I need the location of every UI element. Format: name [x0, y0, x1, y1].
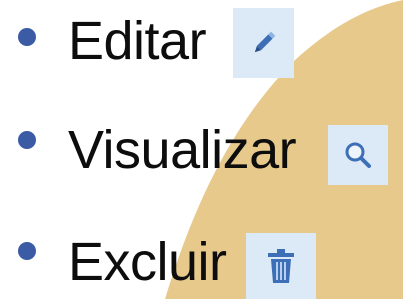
- item-label-excluir: Excluir: [68, 232, 227, 292]
- edit-button[interactable]: [233, 8, 294, 78]
- view-button[interactable]: [328, 125, 388, 185]
- magnifier-icon: [345, 142, 371, 168]
- bullet-point: [18, 242, 36, 260]
- item-label-visualizar: Visualizar: [68, 120, 297, 180]
- item-label-editar: Editar: [68, 11, 207, 71]
- bullet-point: [18, 28, 36, 46]
- slide-canvas: Editar Visualizar Excluir: [0, 0, 403, 299]
- delete-button[interactable]: [246, 233, 316, 299]
- trash-icon: [268, 249, 294, 283]
- pencil-icon: [254, 31, 275, 53]
- bullet-point: [18, 131, 36, 149]
